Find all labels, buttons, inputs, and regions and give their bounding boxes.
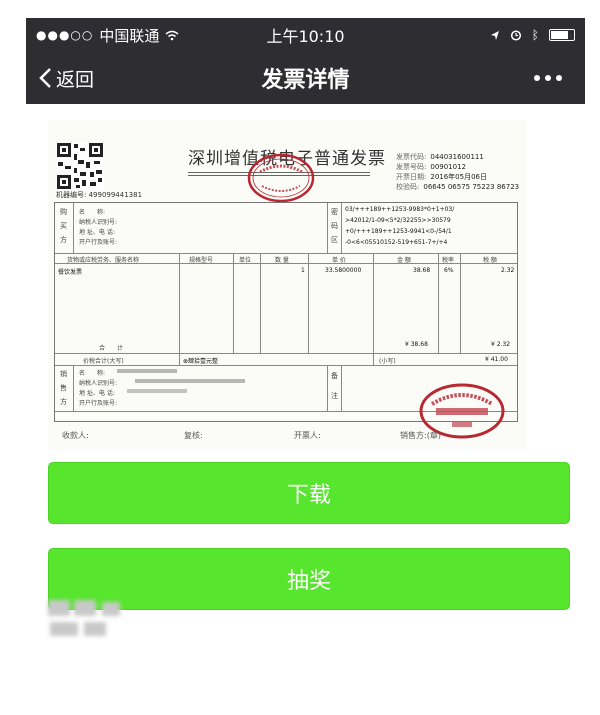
machine-number: 机器编号: 499099441381 — [56, 191, 143, 199]
item-header: 税 额 — [483, 257, 497, 264]
buyer-field: 名 称: — [79, 209, 106, 216]
item-tax-rate: 6% — [444, 267, 454, 274]
total-upper: ⊗肆拾壹元整 — [183, 358, 219, 365]
battery-icon — [549, 29, 575, 41]
item-header: 货物或应税劳务、服务名称 — [67, 257, 140, 264]
seller-field: 开户行及账号: — [79, 400, 118, 407]
buyer-field: 纳税人识别号: — [79, 219, 118, 226]
invoice-image: 深圳增值税电子普通发票 发票代码: 044031600111 发票号码: 00901… — [48, 120, 526, 450]
alarm-icon — [510, 30, 521, 41]
buyer-label: 购 — [60, 208, 67, 216]
seller-field: 地 址、电 话: — [79, 390, 115, 397]
page-title: 发票详情 — [261, 68, 350, 93]
item-header: 规格型号 — [189, 257, 214, 264]
tax-seal-icon — [247, 153, 315, 203]
signal-icon: ●●●○○ — [36, 28, 94, 42]
cipher-line: 03/+++189++1253-9983*0+1+03/ — [345, 206, 455, 213]
download-button[interactable]: 下载 — [48, 462, 570, 524]
item-name: 餐饮发票 — [58, 269, 83, 276]
qr-code-icon — [56, 142, 104, 190]
seller-label: 销 — [60, 370, 67, 378]
seller-field: 纳税人识别号: — [79, 380, 118, 387]
item-header: 单位 — [239, 257, 252, 264]
seller-field: 名 称: — [79, 370, 106, 377]
wifi-icon — [165, 30, 179, 40]
cipher-label: 密 — [331, 208, 338, 216]
item-header: 单 价 — [332, 257, 346, 264]
carrier-label: 中国联通 — [99, 26, 160, 45]
total-small-label: (小写) — [379, 358, 396, 365]
buyer-field: 开户行及账号: — [79, 239, 118, 246]
item-header: 数 量 — [275, 257, 289, 264]
lottery-label: 抽奖 — [286, 569, 331, 594]
total-label: 价税合计(大写) — [83, 358, 124, 365]
status-time: 上午10:10 — [266, 27, 345, 46]
cipher-line: +0/+++189++1253-9941<0-/54/1 — [345, 228, 452, 235]
item-tax: 2.32 — [501, 267, 515, 274]
more-button[interactable] — [445, 74, 585, 82]
item-header: 税率 — [442, 257, 455, 264]
total-small: ¥ 41.00 — [485, 356, 508, 363]
invoice-meta: 发票代码: 044031600111 发票号码: 00901012 开票日期: 201… — [396, 153, 520, 191]
cipher-line: >42012/1-09<5*2/32255>>30579 — [345, 217, 451, 224]
subtotal-label: 合 计 — [99, 345, 124, 352]
download-label: 下载 — [286, 483, 331, 508]
chevron-left-icon — [39, 68, 51, 88]
nav-bar: 返回 发票详情 — [26, 52, 585, 104]
buyer-field: 地 址、电 话: — [79, 229, 115, 236]
item-price: 33.5800000 — [325, 267, 362, 274]
cipher-line: -0<6<05510152-519+651-7+/+4 — [345, 239, 448, 246]
location-icon — [490, 30, 499, 40]
remark-label: 备 — [331, 372, 338, 380]
subtotal-amount: ¥ 38.68 — [405, 341, 428, 348]
status-bar: ●●●○○ 中国联通 上午10:10 ᛒ — [26, 18, 585, 52]
more-icon — [534, 75, 562, 81]
back-label: 返回 — [56, 68, 95, 91]
item-amount: 38.68 — [413, 267, 431, 274]
bluetooth-icon: ᛒ — [531, 28, 539, 42]
blurred-watermark — [48, 600, 128, 642]
subtotal-tax: ¥ 2.32 — [491, 341, 511, 348]
item-header: 金 额 — [397, 257, 411, 264]
back-button[interactable]: 返回 — [26, 65, 166, 92]
item-qty: 1 — [301, 267, 305, 274]
